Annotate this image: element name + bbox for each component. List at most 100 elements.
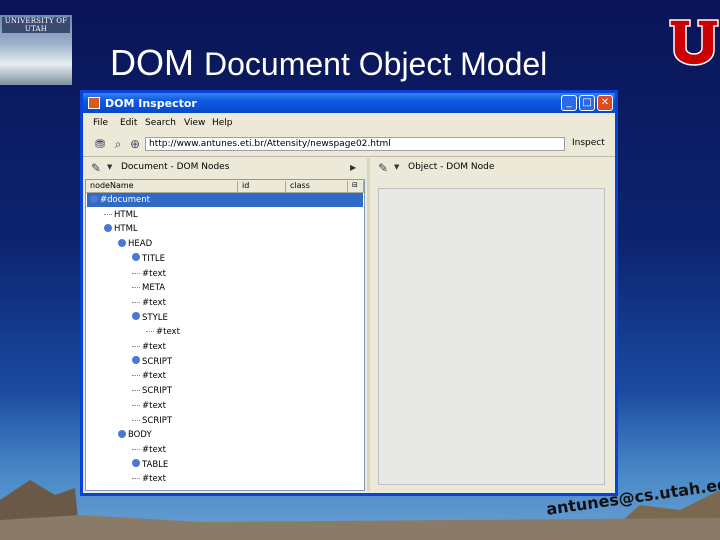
node-picker-icon[interactable]: ✎ bbox=[378, 161, 388, 175]
menu-edit[interactable]: Edit bbox=[120, 118, 137, 128]
tree-node[interactable]: SCRIPT bbox=[132, 414, 172, 428]
expand-toggle-icon[interactable] bbox=[118, 238, 126, 247]
tree-node[interactable]: SCRIPT bbox=[132, 355, 172, 369]
window-titlebar[interactable]: DOM Inspector _ □ ✕ bbox=[83, 93, 615, 113]
chevron-down-icon[interactable]: ▼ bbox=[107, 163, 112, 171]
tree-node-label: #text bbox=[142, 268, 166, 279]
expand-toggle-icon[interactable] bbox=[132, 253, 140, 262]
menu-file[interactable]: File bbox=[93, 118, 108, 128]
tree-node[interactable]: #text bbox=[132, 443, 166, 457]
tree-connector bbox=[132, 419, 140, 421]
tree-node[interactable]: #text bbox=[132, 296, 166, 310]
maximize-icon: □ bbox=[582, 97, 592, 108]
tree-node[interactable]: #text bbox=[132, 267, 166, 281]
utah-u-logo bbox=[669, 19, 719, 66]
expand-toggle-icon[interactable] bbox=[132, 312, 140, 321]
tree-connector bbox=[132, 404, 140, 406]
tree-connector bbox=[146, 331, 154, 333]
tree-node[interactable]: #text bbox=[146, 325, 180, 339]
url-input[interactable] bbox=[145, 137, 565, 151]
column-header-nodename[interactable]: nodeName bbox=[86, 181, 238, 192]
slide-title-main: DOM bbox=[110, 42, 194, 83]
dom-nodes-pane-header: ✎ ▼ Document - DOM Nodes ▶ bbox=[85, 158, 365, 178]
tree-connector bbox=[132, 478, 140, 480]
expand-toggle-icon[interactable] bbox=[90, 194, 98, 203]
tree-node-label: TABLE bbox=[142, 459, 169, 470]
tree-node-label: BODY bbox=[128, 430, 152, 441]
tree-node[interactable]: HTML bbox=[104, 222, 138, 236]
tree-connector bbox=[104, 213, 112, 215]
tree-node[interactable]: #document bbox=[90, 193, 150, 207]
menu-help[interactable]: Help bbox=[212, 118, 233, 128]
slide-title-sub: Document Object Model bbox=[204, 46, 548, 82]
app-icon bbox=[88, 97, 100, 109]
close-button[interactable]: ✕ bbox=[597, 95, 613, 111]
tree-node[interactable]: HTML bbox=[104, 208, 138, 222]
tree-node-label: STYLE bbox=[142, 312, 168, 323]
slide-title: DOM Document Object Model bbox=[110, 42, 547, 84]
tree-node[interactable]: BODY bbox=[118, 428, 152, 442]
tree-node[interactable]: META bbox=[132, 281, 165, 295]
tree-node-label: HTML bbox=[114, 224, 138, 235]
inspect-button[interactable]: Inspect bbox=[572, 138, 605, 148]
search-icon[interactable]: ⌕ bbox=[111, 137, 125, 151]
tree-node-label: #text bbox=[156, 327, 180, 338]
tree-connector bbox=[132, 346, 140, 347]
menu-view[interactable]: View bbox=[184, 118, 205, 128]
tree-connector bbox=[132, 272, 140, 274]
tree-connector bbox=[132, 448, 140, 450]
tree-node[interactable]: HEAD bbox=[118, 237, 152, 251]
minimize-button[interactable]: _ bbox=[561, 95, 577, 111]
tree-connector bbox=[132, 287, 140, 289]
minimize-icon: _ bbox=[566, 97, 572, 108]
tree-node[interactable]: TITLE bbox=[132, 252, 165, 266]
dom-inspector-window: DOM Inspector _ □ ✕ File Edit Search Vie… bbox=[80, 90, 618, 496]
chevron-down-icon[interactable]: ▼ bbox=[394, 163, 399, 171]
node-picker-icon[interactable]: ⛃ bbox=[93, 137, 107, 151]
tree-node[interactable]: TABLE bbox=[132, 458, 168, 472]
dom-node-pane-title: Object - DOM Node bbox=[408, 162, 495, 172]
tree-node-label: HEAD bbox=[128, 239, 153, 250]
column-header-class[interactable]: class bbox=[286, 181, 348, 192]
tree-connector bbox=[132, 390, 140, 392]
tree-node-label: SCRIPT bbox=[142, 415, 173, 426]
dom-nodes-pane-title: Document - DOM Nodes bbox=[121, 162, 230, 172]
globe-icon: ⊕ bbox=[129, 137, 141, 151]
tree-node-label: META bbox=[142, 283, 166, 294]
maximize-button[interactable]: □ bbox=[579, 95, 595, 111]
dom-node-pane-header: ✎ ▼ Object - DOM Node bbox=[372, 158, 613, 178]
expand-toggle-icon[interactable] bbox=[118, 429, 126, 438]
chevron-right-icon[interactable]: ▶ bbox=[350, 163, 356, 172]
expand-toggle-icon[interactable] bbox=[132, 459, 140, 468]
menu-bar: File Edit Search View Help bbox=[83, 115, 615, 131]
tree-node-label: #text bbox=[142, 371, 166, 382]
tree-node-label: SCRIPT bbox=[142, 386, 173, 397]
menu-search[interactable]: Search bbox=[145, 118, 176, 128]
column-header-id[interactable]: id bbox=[238, 181, 286, 192]
expand-toggle-icon[interactable] bbox=[104, 223, 112, 232]
url-toolbar: ⛃ ⌕ ⊕ Inspect bbox=[83, 133, 615, 155]
pane-splitter[interactable] bbox=[367, 158, 370, 491]
tree-node[interactable]: #text bbox=[132, 369, 166, 383]
tree-node-label: #document bbox=[100, 195, 151, 205]
dom-node-pane: ✎ ▼ Object - DOM Node bbox=[372, 158, 613, 491]
toolbar-divider bbox=[83, 156, 615, 157]
tree-node[interactable]: SCRIPT bbox=[132, 384, 172, 398]
expand-toggle-icon[interactable] bbox=[132, 356, 140, 365]
tree-node-label: TITLE bbox=[142, 253, 165, 264]
tree-node-label: #text bbox=[142, 444, 166, 455]
tree-node[interactable]: #text bbox=[132, 340, 166, 354]
tree-node[interactable]: STYLE bbox=[132, 311, 168, 325]
close-icon: ✕ bbox=[600, 97, 610, 108]
column-picker-icon[interactable]: ⊟ bbox=[348, 181, 364, 192]
dom-tree[interactable]: nodeName id class ⊟ #document HTML HTML HEA… bbox=[85, 179, 365, 491]
tree-node-label: HTML bbox=[114, 209, 138, 220]
dom-node-viewer bbox=[378, 188, 605, 485]
node-picker-icon[interactable]: ✎ bbox=[91, 161, 101, 175]
tree-connector bbox=[132, 301, 140, 303]
tree-node-label: SCRIPT bbox=[142, 356, 173, 367]
tree-node[interactable]: #text bbox=[132, 399, 166, 413]
tree-node-label: #text bbox=[142, 297, 166, 308]
tree-node[interactable]: #text bbox=[132, 472, 166, 486]
university-logo: UNIVERSITY OF UTAH bbox=[0, 15, 72, 85]
